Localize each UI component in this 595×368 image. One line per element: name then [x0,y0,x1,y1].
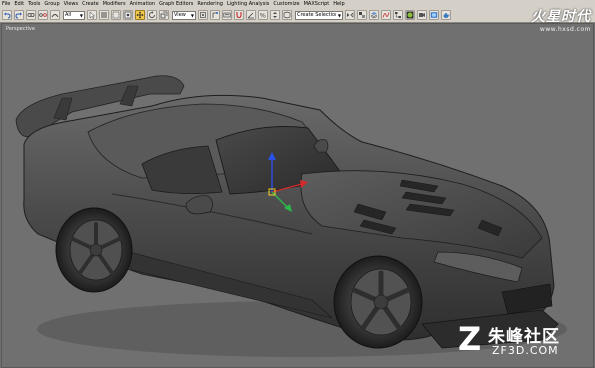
manipulate-icon [212,12,218,18]
menu-create[interactable]: Create [80,0,101,8]
select-and-scale-button[interactable] [159,10,169,20]
spinner-snap-button[interactable] [270,10,280,20]
selection-filter-value: All [65,11,72,18]
select-object-button[interactable] [87,10,97,20]
spacewarp-icon [51,14,59,18]
perspective-viewport[interactable]: Perspective [1,23,594,368]
percent-icon: % [260,12,266,19]
redo-icon [15,12,22,19]
crossing-icon [124,11,132,19]
menu-views[interactable]: Views [62,0,80,8]
render-setup-button[interactable] [417,10,427,20]
unlink-button[interactable] [38,10,48,20]
arrow-cursor-icon [89,11,96,19]
angle-snap-icon [247,12,254,19]
keyboard-shortcut-toggle-button[interactable] [222,10,232,20]
undo-icon [4,12,11,19]
edit-named-selection-sets-button[interactable] [282,10,292,20]
zf3d-logo-icon: Z [458,320,482,358]
undo-button[interactable] [2,10,12,20]
selection-filter-select[interactable]: All ▼ [63,10,85,20]
zf3d-watermark-en: ZF3D.COM [492,344,559,357]
bind-space-warp-button[interactable] [50,10,60,20]
quick-render-button[interactable] [441,10,451,20]
spinner-icon [273,12,277,18]
layer-manager-button[interactable] [369,10,379,20]
rotate-icon [149,11,155,18]
select-and-rotate-button[interactable] [147,10,157,20]
menu-help[interactable]: Help [331,0,346,8]
menu-customize[interactable]: Customize [271,0,301,8]
chevron-down-icon: ▼ [337,12,341,18]
reference-coordinate-select[interactable]: View ▼ [172,10,196,20]
frame-window-icon [430,12,438,18]
material-editor-button[interactable] [405,10,415,20]
scale-icon [160,11,168,19]
align-icon [359,12,365,18]
magnet-icon [236,12,242,19]
rendered-frame-window-button[interactable] [429,10,439,20]
render-setup-icon [419,13,425,17]
rectangular-selection-button[interactable] [111,10,121,20]
car-model[interactable] [2,24,595,368]
select-and-link-button[interactable] [26,10,36,20]
menu-maxscript[interactable]: MAXScript [302,0,332,8]
unlink-icon [39,13,47,17]
menu-group[interactable]: Group [42,0,61,8]
angle-snap-button[interactable] [246,10,256,20]
window-crossing-button[interactable] [123,10,133,20]
align-button[interactable] [357,10,367,20]
use-pivot-center-button[interactable] [198,10,208,20]
teapot-icon [443,13,450,18]
redo-button[interactable] [14,10,24,20]
zf3d-watermark: Z 朱峰社区 ZF3D.COM [458,318,588,362]
hxsd-logo-mark: 火星时代 [531,9,591,25]
layers-icon [370,12,378,19]
hxsd-logo: 火星时代 www.hxsd.com [499,6,591,36]
menu-modifiers[interactable]: Modifiers [101,0,128,8]
curve-editor-button[interactable] [381,10,391,20]
menu-graph-editors[interactable]: Graph Editors [157,0,195,8]
list-icon [101,12,107,18]
front-wheel[interactable] [333,255,423,349]
hxsd-logo-url: www.hxsd.com [539,26,591,33]
svg-text:%: % [260,12,266,19]
chevron-down-icon: ▼ [190,12,194,18]
chevron-down-icon: ▼ [79,12,83,18]
named-selection-set-value: Create Selection Set [297,11,336,18]
link-icon [27,13,35,18]
named-set-icon [283,11,291,19]
rect-select-icon [112,11,120,19]
menu-tools[interactable]: Tools [26,0,42,8]
material-sphere-icon [406,11,414,19]
mirror-button[interactable] [345,10,355,20]
named-selection-set-select[interactable]: Create Selection Set▼ [295,10,343,20]
curve-icon [382,12,390,18]
percent-snap-button[interactable]: % [258,10,268,20]
menu-edit[interactable]: Edit [12,0,26,8]
move-icon [136,11,144,19]
select-manipulate-button[interactable] [210,10,220,20]
keyboard-icon [223,12,231,18]
menu-animation[interactable]: Animation [128,0,158,8]
rear-wheel[interactable] [55,207,133,293]
select-and-move-button[interactable] [135,10,145,20]
schematic-view-button[interactable] [393,10,403,20]
reference-coordinate-value: View [174,11,186,18]
menu-lighting-analysis[interactable]: Lighting Analysis [225,0,271,8]
menu-file[interactable]: File [0,0,12,8]
snaps-toggle-button[interactable] [234,10,244,20]
pivot-icon [200,12,206,18]
select-by-name-button[interactable] [99,10,109,20]
schematic-icon [395,12,401,18]
mirror-icon [347,12,354,18]
menu-rendering[interactable]: Rendering [195,0,225,8]
max-window: File Edit Tools Group Views Create Modif… [0,0,595,368]
